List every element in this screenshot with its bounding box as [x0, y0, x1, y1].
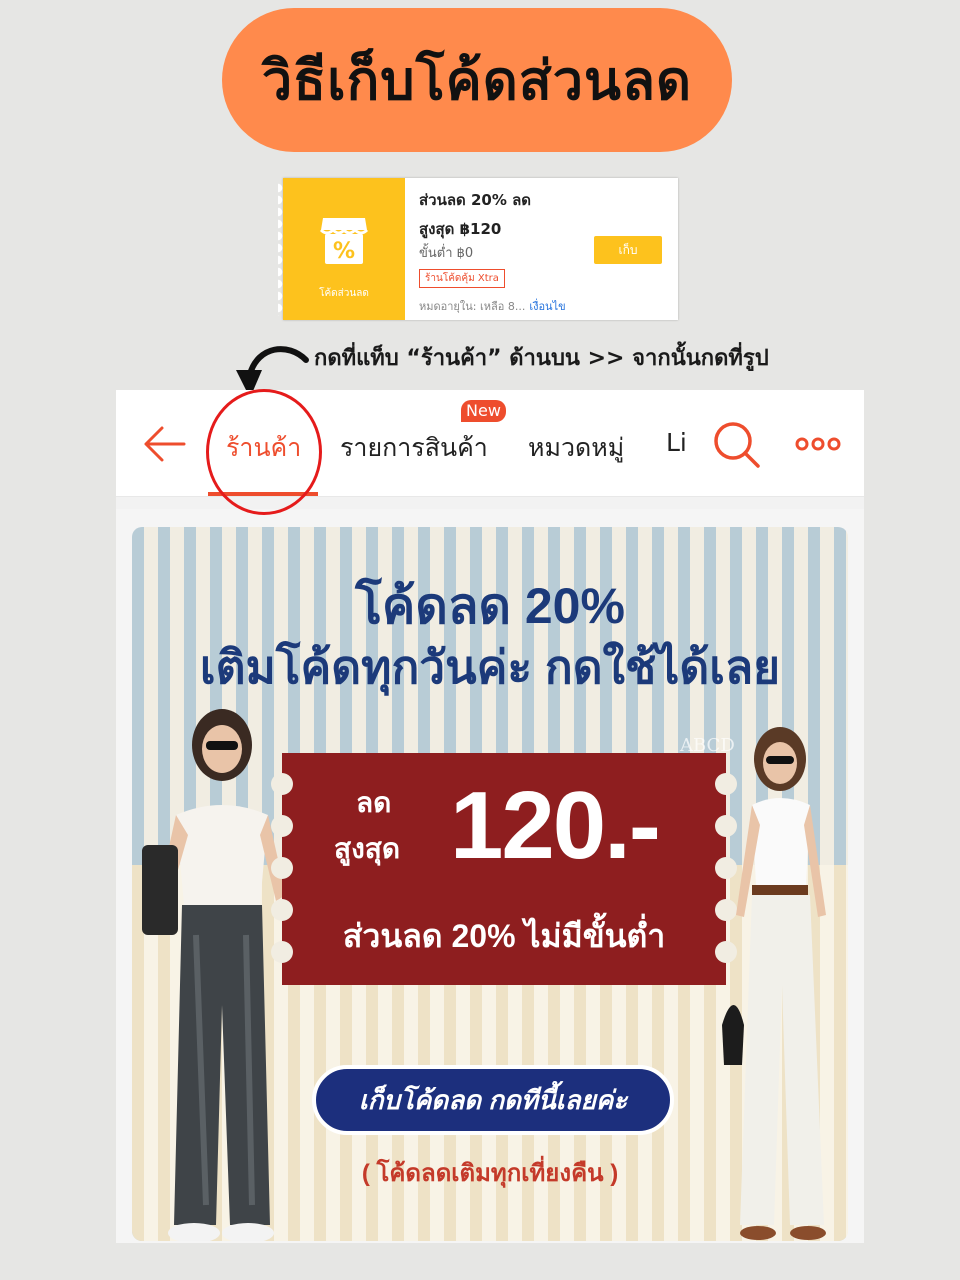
- tab-categories[interactable]: หมวดหมู่: [528, 428, 624, 468]
- ticket-label-1: ลด: [356, 787, 392, 818]
- collect-voucher-button[interactable]: เก็บ: [594, 236, 662, 264]
- voucher-expiry: หมดอายุใน: เหลือ 8... เงื่อนไข: [419, 297, 669, 315]
- discount-ticket: ลด สูงสุด 120.- ส่วนลด 20% ไม่มีขั้นต่ำ: [271, 753, 737, 985]
- shop-discount-icon: %: [319, 218, 369, 264]
- voucher-conditions-link[interactable]: เงื่อนไข: [529, 300, 565, 313]
- ticket-amount: 120.-: [450, 772, 661, 879]
- more-icon[interactable]: [794, 434, 842, 454]
- tab-products[interactable]: รายการสินค้า: [340, 428, 488, 468]
- instruction-text: กดที่แท็บ “ร้านค้า” ด้านบน >> จากนั้นกดท…: [314, 346, 769, 371]
- voucher-card: % โค้ดส่วนลด ส่วนลด 20% ลด สูงสุด ฿120 ข…: [278, 178, 678, 320]
- voucher-tag-label: โค้ดส่วนลด: [319, 288, 369, 299]
- svg-text:%: %: [333, 239, 355, 264]
- refill-note: ( โค้ดลดเติมทุกเที่ยงคืน ): [361, 1160, 619, 1187]
- title-pill: วิธีเก็บโค้ดส่วนลด: [222, 8, 732, 152]
- ticket-subtitle: ส่วนลด 20% ไม่มีขั้นต่ำ: [342, 918, 666, 954]
- voucher-tag: % โค้ดส่วนลด: [278, 178, 405, 320]
- search-icon[interactable]: [712, 420, 762, 470]
- new-badge: New: [461, 400, 506, 422]
- highlight-circle: [206, 389, 322, 515]
- voucher-badge: ร้านโค้ดคุ้ม Xtra: [419, 269, 505, 288]
- voucher-expiry-text: หมดอายุใน: เหลือ 8...: [419, 300, 526, 313]
- banner-headline-2: เติมโค้ดทุกวันค่ะ กดใช้ได้เลย: [199, 641, 781, 693]
- ticket-label-2: สูงสุด: [334, 833, 401, 864]
- voucher-title-line1: ส่วนลด 20% ลด: [419, 191, 532, 209]
- collect-code-cta[interactable]: เก็บโค้ดลด กดทีนี้เลยค่ะ: [312, 1065, 674, 1135]
- promo-banner[interactable]: โค้ดลด 20% เติมโค้ดทุกวันค่ะ กดใช้ได้เลย…: [132, 527, 848, 1241]
- back-arrow-icon[interactable]: [142, 424, 186, 464]
- shop-screenshot: ร้านค้า รายการสินค้า New หมวดหมู่ Li โค้…: [116, 390, 864, 1243]
- tab-fade: [684, 410, 714, 480]
- page-title: วิธีเก็บโค้ดส่วนลด: [261, 49, 693, 112]
